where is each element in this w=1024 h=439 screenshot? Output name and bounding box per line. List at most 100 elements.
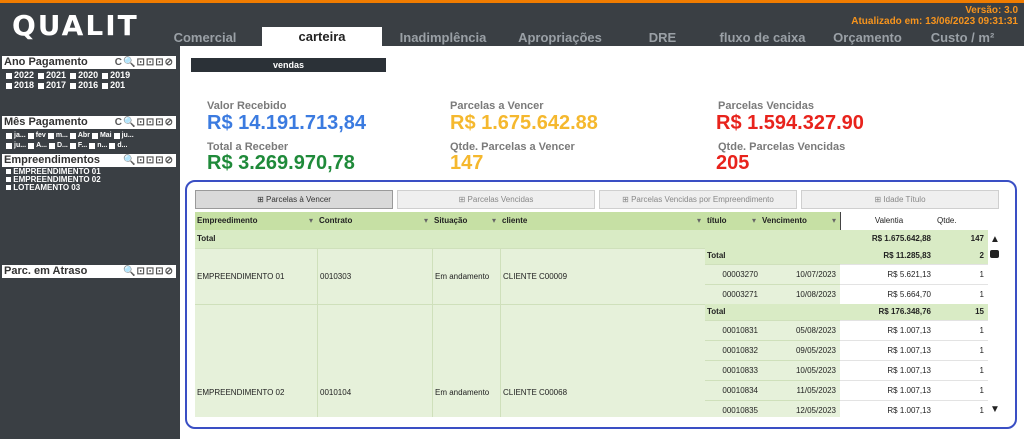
sheet-tab-vendas[interactable]: vendas [191,58,386,72]
kpi-valor-recebido-value: R$ 14.191.713,84 [207,112,367,134]
tab-apropriacoes[interactable]: Apropriações [515,28,605,48]
scroll-down-icon[interactable]: ▼ [990,404,1000,415]
year-option[interactable]: 2020 [70,71,98,80]
year-option[interactable]: 2021 [38,71,66,80]
tab-orcamento[interactable]: Orçamento [830,28,905,48]
tab-comercial[interactable]: Comercial [170,28,240,48]
subtotal-value: R$ 11.285,83 [840,248,935,264]
col-header-contrato[interactable]: Contrato ▾ [317,212,432,230]
grand-total-qty: 147 [935,230,988,248]
grand-total-value: R$ 1.675.642,88 [840,230,935,248]
grand-total-label: Total [195,230,840,248]
row-titulo: 00010835 [705,400,760,417]
kpi-qtde-vencidas-value: 205 [716,152,750,174]
tab-fluxo-de-caixa[interactable]: fluxo de caixa [715,28,810,48]
col-header-valentia[interactable]: Valentia [840,212,935,230]
year-option[interactable]: 2019 [102,71,130,80]
logo: QUALIT [12,9,139,42]
row-valor: R$ 1.007,13 [840,400,935,417]
table-scrollbar[interactable]: ▲ ▼ [989,212,1000,417]
year-option[interactable]: 2016 [70,81,98,90]
year-option[interactable]: 2017 [38,81,66,90]
col-header-cliente[interactable]: cliente ▾ [500,212,705,230]
group-emp: EMPREENDIMENTO 02 [195,304,317,417]
subtotal-label: Total [705,304,840,320]
row-titulo: 00010831 [705,320,760,340]
col-header-empreendimento[interactable]: Empreedimento ▾ [195,212,317,230]
kpi-valor-recebido-label: Valor Recebido [207,100,287,112]
month-option[interactable]: A... [28,141,47,150]
subtab-idade-titulo[interactable]: ⊞ Idade Título [801,190,999,209]
filter-mes-row1: ja... fev m... Abr Mai ju... [2,131,176,140]
month-option[interactable]: Mai [91,131,112,140]
version-label: Versão: 3.0 [965,5,1018,16]
scroll-up-icon[interactable]: ▲ [990,234,1000,245]
filter-mes-label: Mês Pagamento [4,116,88,128]
tab-inadimplencia[interactable]: Inadimplência [398,28,488,48]
filter-tools-icon[interactable]: C🔍⊡⊡⊡⊘ [115,116,174,129]
subtab-parcelas-vencer[interactable]: ⊞ Parcelas à Vencer [195,190,393,209]
col-header-vencimento[interactable]: Vencimento ▾ [760,212,840,230]
group-contrato: 0010104 [317,304,432,417]
row-qtd: 1 [935,360,988,380]
row-valor: R$ 5.621,13 [840,264,935,284]
group-situacao: Em andamento [432,304,500,417]
year-option[interactable]: 2022 [6,71,34,80]
group-contrato: 0010303 [317,248,432,304]
row-valor: R$ 1.007,13 [840,340,935,360]
month-option[interactable]: ja... [6,131,26,140]
subtotal-value: R$ 176.348,76 [840,304,935,320]
month-option[interactable]: d... [109,141,127,150]
table-icon: ⊞ [458,195,466,204]
row-titulo: 00003271 [705,284,760,304]
tab-dre[interactable]: DRE [640,28,685,48]
filter-tools-icon[interactable]: 🔍⊡⊡⊡⊘ [123,154,174,167]
month-option[interactable]: n... [89,141,107,150]
month-option[interactable]: D... [48,141,68,150]
scroll-thumb[interactable] [990,250,999,258]
row-vencimento: 10/07/2023 [760,264,840,284]
col-header-titulo[interactable]: título ▾ [705,212,760,230]
month-option[interactable]: ju... [113,131,134,140]
tab-carteira[interactable]: carteira [262,27,382,49]
sort-arrow-icon: ▾ [751,216,756,225]
month-option[interactable]: m... [47,131,68,140]
month-option[interactable]: F... [69,141,87,150]
emp-option[interactable]: LOTEAMENTO 03 [2,184,176,192]
row-qtd: 1 [935,340,988,360]
sort-arrow-icon: ▾ [308,216,313,225]
row-valor: R$ 5.664,70 [840,284,935,304]
table-icon: ⊞ [622,195,629,204]
top-bar: QUALIT Versão: 3.0 Atualizado em: 13/06/… [0,0,1024,49]
kpi-parcelas-vencer-value: R$ 1.675.642.88 [450,112,598,134]
year-option[interactable]: 201 [102,81,125,90]
filter-emp-title: Empreendimentos 🔍⊡⊡⊡⊘ [2,154,176,167]
row-valor: R$ 1.007,13 [840,320,935,340]
pivot-table[interactable]: Empreedimento ▾ Contrato ▾ Situação ▾ clien… [195,212,988,417]
tab-custo-m2[interactable]: Custo / m² [925,28,1000,48]
emp-list: EMPREENDIMENTO 01 EMPREENDIMENTO 02 LOTE… [2,168,176,192]
subtotal-qty: 2 [935,248,988,264]
row-valor: R$ 1.007,13 [840,360,935,380]
group-cliente: CLIENTE C00009 [500,248,705,304]
subtab-vencidas-empreendimento[interactable]: ⊞ Parcelas Vencidas por Empreendimento [599,190,797,209]
kpi-parcelas-vencidas-value: R$ 1.594.327.90 [716,112,864,134]
filter-tools-icon[interactable]: C🔍⊡⊡⊡⊘ [115,56,174,69]
filter-ano-row1: 2022 2021 2020 2019 [2,71,176,80]
kpi-total-receber-value: R$ 3.269.970,78 [207,152,355,174]
row-titulo: 00010833 [705,360,760,380]
subtotal-label: Total [705,248,840,264]
subtab-parcelas-vencidas[interactable]: ⊞ Parcelas Vencidas [397,190,595,209]
month-option[interactable]: ju... [6,141,26,150]
col-header-qtde[interactable]: Qtde. [935,212,988,230]
table-icon: ⊞ [874,195,882,204]
month-option[interactable]: fev [27,131,46,140]
year-option[interactable]: 2018 [6,81,34,90]
month-option[interactable]: Abr [69,131,90,140]
row-vencimento: 10/05/2023 [760,360,840,380]
group-situacao: Em andamento [432,248,500,304]
row-titulo: 00010834 [705,380,760,400]
filter-tools-icon[interactable]: 🔍⊡⊡⊡⊘ [123,265,174,278]
kpi-qtde-vencer-value: 147 [450,152,484,174]
col-header-situacao[interactable]: Situação ▾ [432,212,500,230]
